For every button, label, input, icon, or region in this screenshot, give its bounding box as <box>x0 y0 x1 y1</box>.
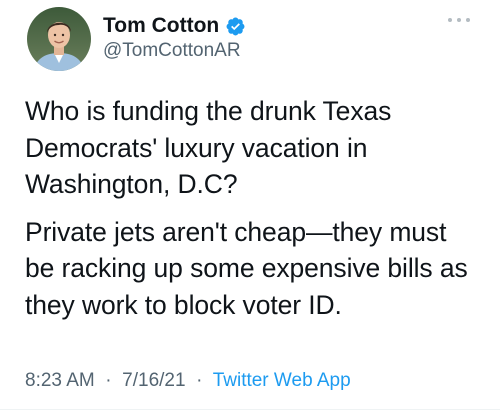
tweet-source-link[interactable]: Twitter Web App <box>213 370 351 391</box>
meta-separator: · <box>100 370 117 391</box>
more-dot <box>466 18 470 22</box>
tweet-paragraph: Private jets aren't cheap—they must be r… <box>25 216 468 320</box>
tweet-date[interactable]: 7/16/21 <box>122 370 185 391</box>
verified-badge-icon <box>225 16 246 37</box>
more-dot <box>448 18 452 22</box>
author-display-name[interactable]: Tom Cotton <box>103 14 219 38</box>
more-options-icon[interactable] <box>448 16 470 24</box>
avatar[interactable] <box>27 7 91 71</box>
meta-separator: · <box>190 370 208 391</box>
author-name-row[interactable]: Tom Cotton <box>103 14 246 38</box>
tweet-card[interactable]: Tom Cotton @TomCottonAR Who is funding t… <box>0 0 500 410</box>
tweet-metadata: 8:23 AM · 7/16/21 · Twitter Web App <box>25 368 351 394</box>
tweet-text: Who is funding the drunk Texas Democrats… <box>25 93 485 323</box>
author-handle[interactable]: @TomCottonAR <box>103 40 241 62</box>
tweet-paragraph: Who is funding the drunk Texas Democrats… <box>25 96 392 199</box>
avatar-image <box>27 7 91 71</box>
more-dot <box>457 18 461 22</box>
tweet-time[interactable]: 8:23 AM <box>25 370 95 391</box>
